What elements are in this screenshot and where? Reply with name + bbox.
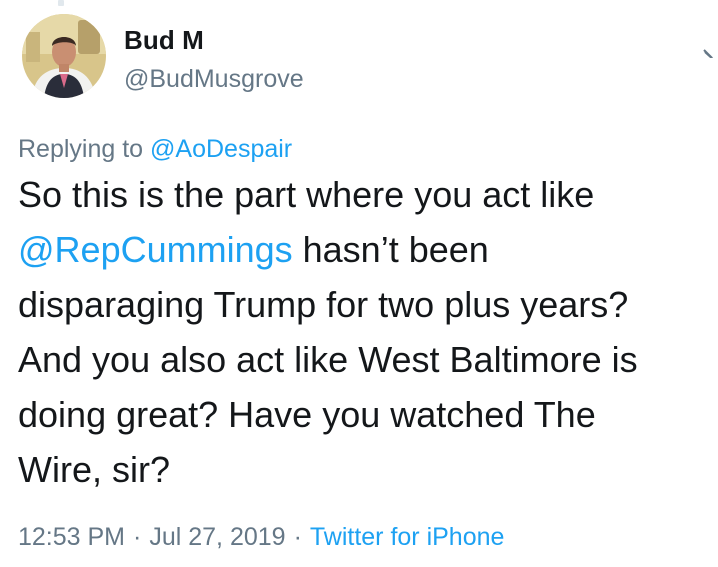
tweet-line: And you also act like West Baltimore is [18, 339, 638, 380]
avatar-image [22, 14, 106, 98]
replying-to-line: Replying to @AoDespair [18, 133, 292, 165]
tweet-line: So this is the part where you act like [18, 174, 595, 215]
user-info[interactable]: Bud M @BudMusgrove [124, 24, 304, 96]
tweet-line: @RepCummings hasn’t been [18, 222, 718, 277]
tweet-line-text: hasn’t been [292, 229, 489, 270]
meta-separator: · [293, 523, 302, 551]
replying-to-label: Replying to [18, 135, 144, 163]
user-handle[interactable]: @BudMusgrove [124, 62, 304, 96]
tweet-date[interactable]: Jul 27, 2019 [149, 523, 285, 551]
tweet-header: Bud M @BudMusgrove [22, 14, 718, 104]
tweet-meta: 12:53 PM · Jul 27, 2019 · Twitter for iPhone [18, 521, 504, 553]
avatar[interactable] [22, 14, 106, 98]
tweet-text: So this is the part where you act like @… [18, 167, 718, 497]
reply-mention-link[interactable]: @AoDespair [150, 135, 292, 163]
tweet-line: Wire, sir? [18, 449, 170, 490]
chevron-down-icon[interactable] [702, 32, 718, 63]
tweet-line: disparaging Trump for two plus years? [18, 284, 629, 325]
meta-separator: · [133, 523, 142, 551]
tweet-time[interactable]: 12:53 PM [18, 523, 125, 551]
display-name[interactable]: Bud M [124, 24, 304, 56]
mention-link[interactable]: @RepCummings [18, 229, 293, 270]
divider-sliver [58, 0, 64, 6]
tweet-source-link[interactable]: Twitter for iPhone [310, 523, 505, 551]
tweet-line: doing great? Have you watched The [18, 394, 596, 435]
